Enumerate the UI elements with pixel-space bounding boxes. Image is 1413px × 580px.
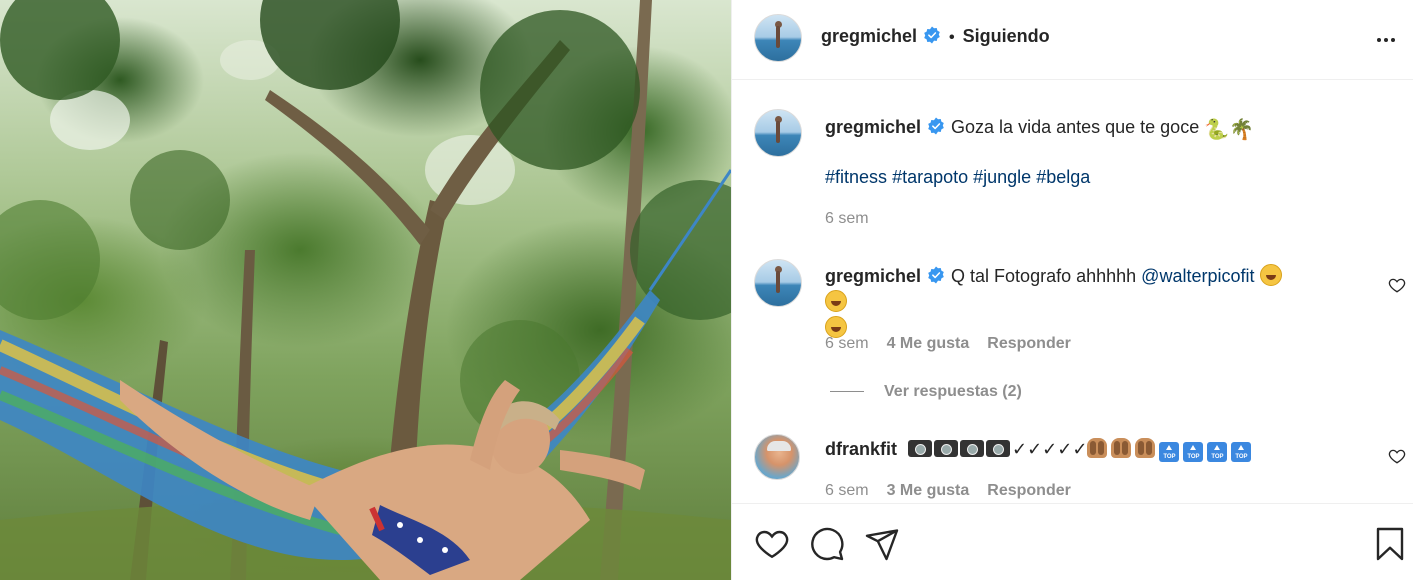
camera-emoji <box>908 440 933 457</box>
camera-emoji <box>934 440 959 457</box>
fist-emoji <box>1135 438 1156 458</box>
comment-username[interactable]: gregmichel <box>825 266 921 286</box>
palm-tree-emoji: 🌴 <box>1229 119 1255 141</box>
author-avatar[interactable] <box>754 14 802 62</box>
post-header: gregmichel • Siguiendo <box>732 0 1413 80</box>
caption-meta: 6 sem <box>825 210 887 228</box>
comments-list[interactable]: gregmichel Goza la vida antes que te goce… <box>732 81 1413 503</box>
header-user-line: gregmichel • Siguiendo <box>821 26 1050 47</box>
top-arrow-emoji: TOP <box>1183 442 1204 462</box>
like-comment-heart-icon[interactable] <box>1388 447 1406 465</box>
share-paper-plane-icon[interactable] <box>864 526 900 562</box>
comment-time[interactable]: 6 sem <box>825 335 869 352</box>
commenter-avatar[interactable] <box>754 259 802 307</box>
caption-avatar[interactable] <box>754 109 802 157</box>
hashtag-belga[interactable]: #belga <box>1036 167 1090 187</box>
caption-time[interactable]: 6 sem <box>825 210 869 227</box>
caption-text: gregmichel Goza la vida antes que te goce… <box>825 114 1275 140</box>
more-options-icon[interactable] <box>1374 28 1398 52</box>
reply-button[interactable]: Responder <box>987 335 1071 352</box>
verified-badge-icon <box>928 266 944 284</box>
photo-scene <box>0 0 731 580</box>
verified-badge-icon <box>928 117 944 135</box>
comment-text: gregmichel Q tal Fotografo ahhhhh @walter… <box>825 263 1295 341</box>
comment-username[interactable]: dfrankfit <box>825 439 897 459</box>
hashtag-tarapoto[interactable]: #tarapoto <box>892 167 968 187</box>
separator-dot: • <box>949 29 955 46</box>
check-marks: ✓✓✓✓✓ <box>1012 439 1088 459</box>
reply-button[interactable]: Responder <box>987 482 1071 499</box>
comment-likes[interactable]: 3 Me gusta <box>887 482 970 499</box>
view-replies-label: Ver respuestas (2) <box>884 383 1022 400</box>
hashtag-jungle[interactable]: #jungle <box>973 167 1031 187</box>
verified-badge-icon <box>924 26 940 44</box>
mention-link[interactable]: @walterpicofit <box>1141 266 1254 286</box>
commenter-avatar[interactable] <box>754 434 800 480</box>
fist-emoji <box>1111 438 1132 458</box>
comment-likes[interactable]: 4 Me gusta <box>887 335 970 352</box>
fist-emoji <box>1087 438 1108 458</box>
like-heart-icon[interactable] <box>754 526 790 562</box>
comment-body: Q tal Fotografo ahhhhh <box>951 266 1137 286</box>
comment-meta: 6 sem 4 Me gusta Responder <box>825 335 1089 353</box>
hashtags: #fitness #tarapoto #jungle #belga <box>825 164 1275 190</box>
author-username[interactable]: gregmichel <box>821 26 917 46</box>
replies-divider <box>830 391 864 393</box>
top-arrow-emoji: TOP <box>1207 442 1228 462</box>
camera-emoji <box>960 440 985 457</box>
comment-meta: 6 sem 3 Me gusta Responder <box>825 482 1089 500</box>
post-details-panel: gregmichel • Siguiendo gregmichel Goza la v… <box>731 0 1413 580</box>
save-bookmark-icon[interactable] <box>1372 526 1408 562</box>
hashtag-fitness[interactable]: #fitness <box>825 167 887 187</box>
like-comment-heart-icon[interactable] <box>1388 276 1406 294</box>
post-photo[interactable] <box>0 0 731 580</box>
comment-bubble-icon[interactable] <box>809 526 845 562</box>
caption-username[interactable]: gregmichel <box>825 117 921 137</box>
camera-emoji <box>986 440 1011 457</box>
view-replies-button[interactable]: Ver respuestas (2) <box>830 383 1022 401</box>
grinning-squint-emoji <box>825 290 847 312</box>
comment-time[interactable]: 6 sem <box>825 482 869 499</box>
comment-text: dfrankfit ✓✓✓✓✓ TOP TOP TOP TOP <box>825 436 1305 462</box>
caption-body: Goza la vida antes que te goce <box>951 117 1200 137</box>
grinning-squint-emoji <box>1259 264 1282 286</box>
top-arrow-emoji: TOP <box>1159 442 1180 462</box>
action-bar <box>732 503 1413 580</box>
following-button[interactable]: Siguiendo <box>963 26 1050 46</box>
snake-emoji: 🐍 <box>1204 119 1230 141</box>
top-arrow-emoji: TOP <box>1231 442 1252 462</box>
